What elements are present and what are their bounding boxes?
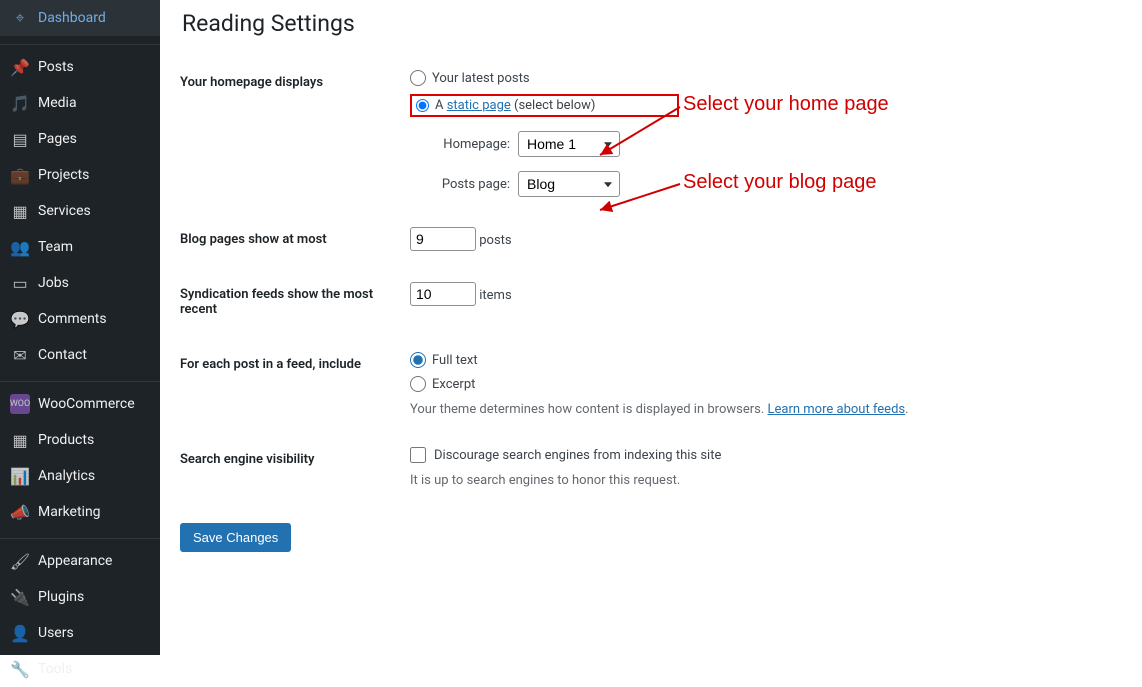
learn-more-feeds-link[interactable]: Learn more about feeds	[768, 402, 906, 417]
radio-full-text-label: Full text	[432, 353, 478, 368]
radio-excerpt[interactable]	[410, 376, 426, 392]
sidebar-separator	[0, 40, 160, 45]
homepage-displays-label: Your homepage displays	[180, 55, 400, 212]
radio-full-text[interactable]	[410, 352, 426, 368]
sidebar-item-analytics[interactable]: 📊Analytics	[0, 458, 160, 494]
woo-icon: WOO	[10, 394, 30, 414]
radio-static-page[interactable]	[416, 99, 429, 112]
syndication-label: Syndication feeds show the most recent	[180, 267, 400, 337]
postspage-select[interactable]: Blog	[518, 171, 620, 197]
postspage-select-label: Posts page:	[428, 177, 510, 192]
plugins-icon: 🔌	[10, 587, 30, 607]
homepage-select[interactable]: Home 1	[518, 131, 620, 157]
contact-icon: ✉	[10, 345, 30, 365]
sidebar-item-pages[interactable]: ▤Pages	[0, 121, 160, 157]
radio-static-page-label: A static page (select below)	[435, 98, 595, 113]
sidebar-item-media[interactable]: 🎵Media	[0, 85, 160, 121]
sidebar-item-posts[interactable]: 📌Posts	[0, 49, 160, 85]
blog-pages-input[interactable]	[410, 227, 476, 251]
page-title: Reading Settings	[182, 10, 1122, 37]
marketing-icon: 📣	[10, 502, 30, 522]
blog-pages-suffix: posts	[479, 233, 511, 248]
media-icon: 🎵	[10, 93, 30, 113]
option-excerpt[interactable]: Excerpt	[410, 376, 1112, 392]
sidebar-item-users[interactable]: 👤Users	[0, 615, 160, 651]
sidebar-item-appearance[interactable]: 🖌Appearance	[0, 543, 160, 579]
sidebar-item-services[interactable]: ▦Services	[0, 193, 160, 229]
homepage-select-label: Homepage:	[428, 137, 510, 152]
feed-description: Your theme determines how content is dis…	[410, 402, 1112, 417]
static-page-link[interactable]: static page	[447, 98, 511, 113]
feed-include-label: For each post in a feed, include	[180, 337, 400, 432]
sidebar-item-marketing[interactable]: 📣Marketing	[0, 494, 160, 530]
sidebar-item-contact[interactable]: ✉Contact	[0, 337, 160, 373]
blog-pages-label: Blog pages show at most	[180, 212, 400, 267]
jobs-icon: ▭	[10, 273, 30, 293]
discourage-checkbox-label: Discourage search engines from indexing …	[434, 448, 721, 463]
pages-icon: ▤	[10, 129, 30, 149]
option-full-text[interactable]: Full text	[410, 352, 1112, 368]
admin-sidebar: ⌖Dashboard 📌Posts 🎵Media ▤Pages 💼Project…	[0, 0, 160, 655]
annotation-blog: Select your blog page	[683, 171, 876, 194]
users-icon: 👤	[10, 623, 30, 643]
syndication-input[interactable]	[410, 282, 476, 306]
pin-icon: 📌	[10, 57, 30, 77]
radio-latest-posts[interactable]	[410, 70, 426, 86]
comments-icon: 💬	[10, 309, 30, 329]
settings-form-table: Your homepage displays Your latest posts…	[180, 55, 1122, 503]
sidebar-item-plugins[interactable]: 🔌Plugins	[0, 579, 160, 615]
dashboard-icon: ⌖	[10, 8, 30, 28]
sidebar-item-projects[interactable]: 💼Projects	[0, 157, 160, 193]
sidebar-item-comments[interactable]: 💬Comments	[0, 301, 160, 337]
search-visibility-label: Search engine visibility	[180, 432, 400, 503]
sidebar-item-dashboard[interactable]: ⌖Dashboard	[0, 0, 160, 36]
syndication-suffix: items	[479, 288, 511, 303]
content-main: Reading Settings Your homepage displays …	[160, 0, 1142, 655]
save-changes-button[interactable]: Save Changes	[180, 523, 291, 552]
sidebar-item-tools[interactable]: 🔧Tools	[0, 651, 160, 687]
appearance-icon: 🖌	[10, 551, 30, 571]
annotation-home: Select your home page	[683, 93, 889, 116]
highlight-static-page: A static page (select below)	[410, 94, 679, 117]
sidebar-separator	[0, 534, 160, 539]
sidebar-separator	[0, 377, 160, 382]
radio-latest-posts-label: Your latest posts	[432, 71, 530, 86]
tools-icon: 🔧	[10, 659, 30, 679]
products-icon: ▦	[10, 430, 30, 450]
analytics-icon: 📊	[10, 466, 30, 486]
briefcase-icon: 💼	[10, 165, 30, 185]
search-visibility-desc: It is up to search engines to honor this…	[410, 473, 1112, 488]
discourage-checkbox[interactable]	[410, 447, 426, 463]
services-icon: ▦	[10, 201, 30, 221]
sidebar-item-team[interactable]: 👥Team	[0, 229, 160, 265]
sidebar-item-products[interactable]: ▦Products	[0, 422, 160, 458]
sidebar-item-jobs[interactable]: ▭Jobs	[0, 265, 160, 301]
team-icon: 👥	[10, 237, 30, 257]
sidebar-item-woocommerce[interactable]: WOOWooCommerce	[0, 386, 160, 422]
option-latest-posts[interactable]: Your latest posts	[410, 70, 1112, 86]
radio-excerpt-label: Excerpt	[432, 377, 475, 392]
